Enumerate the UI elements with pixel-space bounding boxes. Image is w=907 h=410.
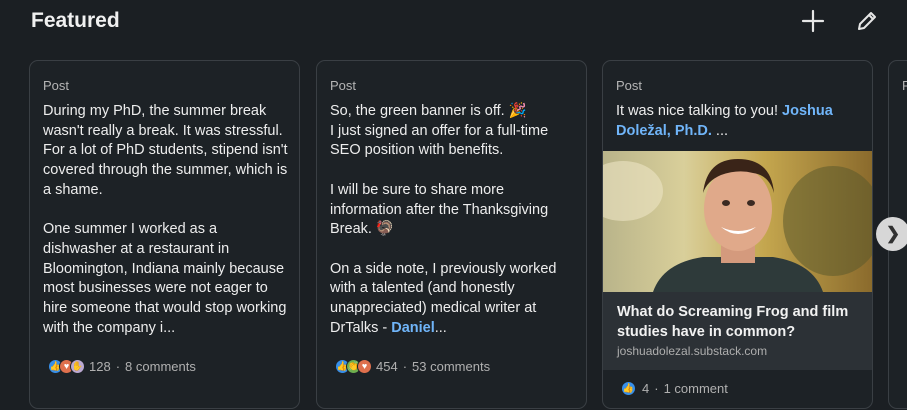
reaction-count[interactable]: 128 <box>89 359 111 374</box>
separator: · <box>654 381 659 396</box>
love-reaction-icon: ♥ <box>357 359 372 374</box>
social-counts[interactable]: 👍 4 · 1 comment <box>621 381 728 396</box>
article-source: joshuadolezal.substack.com <box>617 344 768 358</box>
support-reaction-icon: ✋ <box>70 359 85 374</box>
pencil-icon <box>858 12 876 30</box>
separator: · <box>115 359 121 374</box>
like-reaction-icon: 👍 <box>621 381 636 396</box>
featured-header: Featured <box>0 0 907 44</box>
article-title[interactable]: What do Screaming Frog and film studies … <box>617 302 863 342</box>
reaction-count[interactable]: 454 <box>376 359 398 374</box>
post-text: So, the green banner is off. 🎉 I just si… <box>330 102 576 338</box>
social-counts[interactable]: 👍 👏 ♥ 454 · 53 comments <box>335 359 490 374</box>
post-text: During my PhD, the summer break wasn't r… <box>43 103 288 336</box>
post-text-ellipsis: ... <box>434 319 447 336</box>
card-type-label: Post <box>43 78 70 93</box>
featured-card-1[interactable]: Post During my PhD, the summer break was… <box>29 60 300 409</box>
featured-card-3[interactable]: Post It was nice talking to you! Joshua … <box>602 60 873 409</box>
post-text: It was nice talking to you! Joshua Dolež… <box>616 102 862 141</box>
post-text-body: So, the green banner is off. 🎉 I just si… <box>330 103 557 336</box>
post-text-ellipsis: ... <box>711 122 729 139</box>
plus-icon <box>801 9 825 33</box>
reaction-icons: 👍 ♥ ✋ <box>48 359 85 374</box>
featured-card-2[interactable]: Post So, the green banner is off. 🎉 I ju… <box>316 60 587 409</box>
section-title: Featured <box>31 9 120 32</box>
card-type-label: Post <box>616 78 643 93</box>
reaction-icons: 👍 <box>621 381 636 396</box>
card-type-label: Post <box>330 78 357 93</box>
social-counts[interactable]: 👍 ♥ ✋ 128 · 8 comments <box>48 359 196 374</box>
reaction-count[interactable]: 4 <box>642 381 649 396</box>
reaction-icons: 👍 👏 ♥ <box>335 359 372 374</box>
comments-count[interactable]: 8 comments <box>125 359 196 374</box>
article-image[interactable] <box>603 151 872 292</box>
card-type-label: P <box>902 78 907 93</box>
carousel-next-button[interactable]: ❯ <box>876 217 907 251</box>
mention-link[interactable]: Daniel <box>391 320 435 336</box>
separator: · <box>402 359 408 374</box>
post-text-body: It was nice talking to you! <box>616 103 783 119</box>
comments-count[interactable]: 53 comments <box>412 359 490 374</box>
comments-count[interactable]: 1 comment <box>664 381 728 396</box>
article-preview[interactable]: What do Screaming Frog and film studies … <box>603 292 872 370</box>
add-featured-button[interactable] <box>798 6 828 36</box>
edit-featured-button[interactable] <box>852 6 882 36</box>
